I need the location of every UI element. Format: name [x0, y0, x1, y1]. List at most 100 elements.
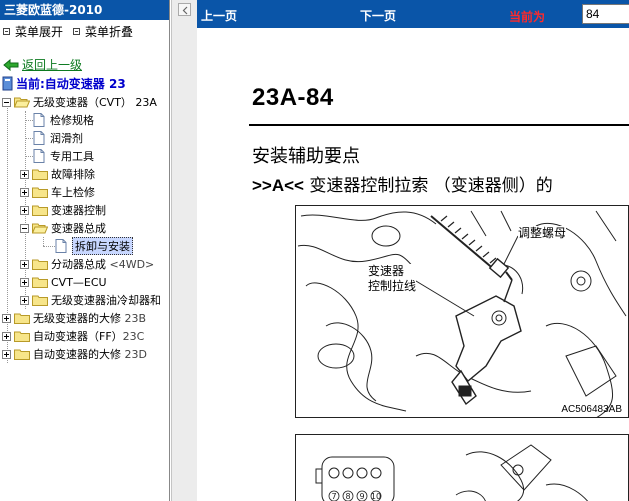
- menu-collapse-button[interactable]: 菜单折叠: [73, 23, 133, 40]
- expand-toggle-icon[interactable]: [20, 277, 29, 287]
- current-location: 当前:自动变速器 23: [2, 75, 126, 92]
- document-view[interactable]: 23A-84 安装辅助要点 >>A<< 变速器控制拉索 （变速器侧）的 调整螺母…: [197, 28, 629, 501]
- tree-node-label: CVT—ECU: [51, 275, 107, 289]
- expand-toggle-icon[interactable]: [2, 313, 11, 323]
- tree-node-label: 车上检修: [51, 186, 95, 199]
- pane-splitter[interactable]: [171, 0, 197, 501]
- tree-node-label: 专用工具: [50, 150, 94, 163]
- tree-connector: [25, 138, 33, 139]
- tree-connector: [43, 237, 44, 246]
- tree-node-cvt-ecu[interactable]: CVT—ECU: [20, 273, 107, 291]
- tree-node-automatic-ff[interactable]: 自动变速器（FF）23C: [2, 327, 144, 345]
- menu-expand-button[interactable]: 菜单展开: [3, 23, 63, 40]
- tree-node-transfer-assembly[interactable]: 分动器总成 <4WD>: [20, 255, 154, 273]
- cable-adjustment-figure: 调整螺母 变速器 控制拉线 AC506483AB: [295, 205, 629, 418]
- connector-illustration: 7 8 9 10: [315, 444, 589, 501]
- back-link[interactable]: 返回上一级: [3, 56, 82, 73]
- tree-node-lubricants[interactable]: 润滑剂: [33, 129, 83, 147]
- transmission-cable-illustration: [297, 210, 627, 417]
- connector-figure: 7 8 9 10: [295, 434, 629, 501]
- tree-node-special-tools[interactable]: 专用工具: [33, 147, 94, 165]
- section-heading: 安装辅助要点: [252, 146, 360, 167]
- folder-icon: [32, 169, 48, 180]
- document-icon: [55, 239, 67, 253]
- app-title: 三菱欧蓝德-2010: [0, 0, 169, 20]
- menu-toolbar: 菜单展开 菜单折叠: [0, 20, 169, 42]
- tree-node-label-selected: 拆卸与安装: [72, 237, 133, 255]
- expand-icon: [3, 27, 10, 35]
- tree-node-automatic-overhaul[interactable]: 自动变速器的大修 23D: [2, 345, 147, 363]
- tree-node-label: 故障排除: [51, 168, 95, 181]
- tree-node-label: 无级变速器油冷却器和: [51, 294, 161, 307]
- callout-shift-cable-line2: 控制拉线: [368, 279, 417, 293]
- expand-toggle-icon[interactable]: [2, 331, 11, 341]
- tree-node-cvt-overhaul[interactable]: 无级变速器的大修 23B: [2, 309, 146, 327]
- expand-toggle-icon[interactable]: [20, 187, 29, 197]
- page-number-input[interactable]: [582, 4, 629, 24]
- expand-toggle-icon[interactable]: [2, 349, 11, 359]
- collapse-toggle-icon[interactable]: [20, 223, 29, 233]
- next-page-link[interactable]: 下一页: [360, 7, 396, 24]
- document-icon: [33, 113, 45, 127]
- tree-node-cvt[interactable]: 无级变速器（CVT） 23A: [2, 93, 157, 111]
- callout-shift-cable-line1: 变速器: [368, 264, 405, 278]
- current-page-label: 当前为: [509, 10, 546, 24]
- content-pane: 上一页 下一页 当前为 23A-84 安装辅助要点 >>A<< 变速器控制拉索 …: [197, 0, 629, 501]
- folder-icon: [32, 205, 48, 216]
- folder-icon: [32, 277, 48, 288]
- header-rule: [249, 124, 629, 126]
- pin-label: 8: [345, 492, 350, 501]
- expand-toggle-icon[interactable]: [20, 295, 29, 305]
- collapse-icon: [73, 27, 81, 35]
- document-icon: [33, 131, 45, 145]
- tree-node-label: 无级变速器（CVT） 23A: [33, 96, 157, 109]
- figure-code: AC506483AB: [561, 404, 622, 415]
- tree-node-on-vehicle-service[interactable]: 车上检修: [20, 183, 95, 201]
- folder-icon: [14, 331, 30, 342]
- back-link-label: 返回上一级: [22, 58, 83, 72]
- page-navigation-bar: 上一页 下一页 当前为: [197, 0, 629, 28]
- tree-node-removal-installation[interactable]: 拆卸与安装: [55, 237, 133, 255]
- navigation-pane: 三菱欧蓝德-2010 菜单展开 菜单折叠 返回上一级 当前:自动变速器 23 无…: [0, 0, 170, 501]
- prev-page-link[interactable]: 上一页: [201, 7, 237, 24]
- step-heading: >>A<< 变速器控制拉索 （变速器侧）的: [252, 171, 553, 196]
- tree-node-label: 自动变速器的大修 23D: [33, 348, 147, 361]
- expand-toggle-icon[interactable]: [20, 169, 29, 179]
- collapse-toggle-icon[interactable]: [2, 97, 11, 107]
- tree-node-transmission-assembly[interactable]: 变速器总成: [20, 219, 106, 237]
- tree-node-label: 润滑剂: [50, 132, 83, 145]
- document-icon: [33, 149, 45, 163]
- folder-icon: [14, 349, 30, 360]
- tree-node-label: 分动器总成 <4WD>: [51, 258, 155, 271]
- book-icon: [2, 76, 13, 90]
- folder-icon: [32, 295, 48, 306]
- folder-open-icon: [14, 97, 30, 108]
- menu-expand-label: 菜单展开: [15, 24, 64, 39]
- tree-node-label: 检修规格: [50, 114, 94, 127]
- expand-toggle-icon[interactable]: [20, 205, 29, 215]
- folder-icon: [32, 187, 48, 198]
- pin-label: 9: [359, 492, 364, 501]
- tree-node-specs[interactable]: 检修规格: [33, 111, 94, 129]
- callout-shift-cable: 变速器 控制拉线: [368, 264, 417, 294]
- tree-node-transmission-control[interactable]: 变速器控制: [20, 201, 106, 219]
- tree-node-label: 变速器控制: [51, 204, 106, 217]
- step-text: 变速器控制拉索 （变速器侧）的: [304, 176, 553, 196]
- chevron-left-icon: [182, 6, 188, 15]
- callout-adjusting-nut: 调整螺母: [518, 226, 567, 241]
- folder-icon: [14, 313, 30, 324]
- tree-connector: [25, 156, 33, 157]
- step-marker: >>A<<: [252, 176, 304, 195]
- tree-node-cvt-oil-cooler[interactable]: 无级变速器油冷却器和: [20, 291, 161, 309]
- tree-connector: [25, 120, 33, 121]
- back-arrow-icon: [3, 58, 19, 71]
- pin-label: 7: [331, 492, 336, 501]
- folder-icon: [32, 259, 48, 270]
- tree-node-troubleshooting[interactable]: 故障排除: [20, 165, 95, 183]
- collapse-pane-button[interactable]: [178, 3, 191, 16]
- tree-node-label: 自动变速器（FF）23C: [33, 330, 145, 343]
- menu-collapse-label: 菜单折叠: [85, 24, 134, 39]
- page-number: 23A-84: [252, 84, 334, 111]
- expand-toggle-icon[interactable]: [20, 259, 29, 269]
- current-location-label: 当前:自动变速器 23: [16, 77, 126, 91]
